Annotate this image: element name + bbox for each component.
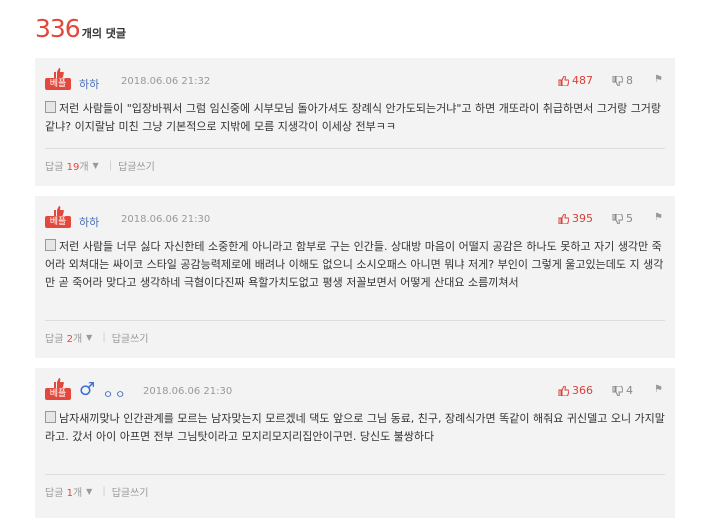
separator: | (102, 486, 106, 497)
comment-text: 저런 사람들 너무 싫다 자신한테 소중한게 아니라고 함부로 구는 인간들. … (45, 240, 664, 289)
comment-actions: 답글 2개 ▼ | 답글쓰기 (45, 330, 149, 345)
thumbs-up-icon (54, 378, 64, 388)
separator: | (102, 332, 106, 343)
thumbs-up-icon (54, 68, 64, 78)
reply-count: 19 (66, 162, 80, 173)
document-icon (45, 411, 56, 423)
comment-card: 베플 하하 2018.06.06 21:32 487 8 ⚑ 저런 사람들이 "… (35, 58, 675, 186)
best-badge: 베플 (45, 68, 71, 92)
comment-card: 베플 하하 2018.06.06 21:30 395 5 ⚑ 저런 사람들 너무… (35, 196, 675, 358)
divider (45, 320, 665, 321)
best-badge: 베플 (45, 206, 71, 230)
like-button[interactable]: 366 (558, 384, 593, 397)
reply-toggle[interactable]: 답글 1개 (45, 484, 82, 499)
thumbs-down-icon (612, 75, 623, 86)
best-label: 베플 (45, 78, 71, 90)
write-reply-link[interactable]: 답글쓰기 (112, 484, 149, 499)
dislike-button[interactable]: 8 (612, 74, 633, 87)
comments-page: 336 개의 댓글 베플 하하 2018.06.06 21:32 487 8 ⚑… (0, 0, 720, 519)
like-count: 487 (572, 74, 593, 87)
thumbs-down-icon (612, 385, 623, 396)
dislike-button[interactable]: 4 (612, 384, 633, 397)
chevron-down-icon[interactable]: ▼ (86, 333, 92, 342)
comment-meta: 베플 하하 2018.06.06 21:30 395 5 ⚑ (45, 206, 665, 232)
reply-toggle[interactable]: 답글 2개 (45, 330, 82, 345)
chevron-down-icon[interactable]: ▼ (93, 161, 99, 170)
male-icon: ♂ (79, 379, 96, 400)
write-reply-link[interactable]: 답글쓰기 (118, 158, 155, 173)
dislike-count: 5 (626, 212, 633, 225)
thumbs-up-icon (54, 206, 64, 216)
comment-author[interactable]: ㅇㅇ (103, 386, 127, 402)
comment-text: 남자새끼맞나 인간관계를 모르는 남자맞는지 모르겠네 댁도 앞으로 그님 동료… (45, 412, 665, 443)
document-icon (45, 101, 56, 113)
comment-count: 336 (35, 14, 81, 43)
document-icon (45, 239, 56, 251)
comment-text: 저런 사람들이 "입장바꿔서 그럼 임신중에 시부모님 돌아가셔도 장례식 안가… (45, 102, 662, 133)
report-icon[interactable]: ⚑ (654, 212, 663, 223)
comment-author[interactable]: 하하 (79, 76, 99, 92)
like-count: 395 (572, 212, 593, 225)
comment-author[interactable]: 하하 (79, 214, 99, 230)
best-label: 베플 (45, 216, 71, 228)
divider (45, 148, 665, 149)
thumbs-down-icon (612, 213, 623, 224)
thumbs-up-icon (558, 213, 569, 224)
divider (45, 474, 665, 475)
thumbs-up-icon (558, 385, 569, 396)
chevron-down-icon[interactable]: ▼ (86, 487, 92, 496)
report-icon[interactable]: ⚑ (654, 384, 663, 395)
comment-body: 저런 사람들 너무 싫다 자신한테 소중한게 아니라고 함부로 구는 인간들. … (45, 238, 665, 292)
comment-date: 2018.06.06 21:30 (143, 386, 233, 397)
best-badge: 베플 (45, 378, 71, 402)
comment-actions: 답글 1개 ▼ | 답글쓰기 (45, 484, 149, 499)
comment-body: 저런 사람들이 "입장바꿔서 그럼 임신중에 시부모님 돌아가셔도 장례식 안가… (45, 100, 665, 136)
comment-body: 남자새끼맞나 인간관계를 모르는 남자맞는지 모르겠네 댁도 앞으로 그님 동료… (45, 410, 665, 446)
like-button[interactable]: 487 (558, 74, 593, 87)
best-label: 베플 (45, 388, 71, 400)
comment-date: 2018.06.06 21:30 (121, 214, 211, 225)
comment-actions: 답글 19개 ▼ | 답글쓰기 (45, 158, 155, 173)
comment-meta: 베플 ♂ ㅇㅇ 2018.06.06 21:30 366 4 ⚑ (45, 378, 665, 404)
comment-date: 2018.06.06 21:32 (121, 76, 211, 87)
dislike-count: 8 (626, 74, 633, 87)
separator: | (108, 160, 113, 171)
dislike-button[interactable]: 5 (612, 212, 633, 225)
like-count: 366 (572, 384, 593, 397)
reply-toggle[interactable]: 답글 19개 (45, 158, 89, 173)
comment-meta: 베플 하하 2018.06.06 21:32 487 8 ⚑ (45, 68, 665, 94)
comment-count-header: 336 개의 댓글 (35, 14, 126, 43)
dislike-count: 4 (626, 384, 633, 397)
thumbs-up-icon (558, 75, 569, 86)
like-button[interactable]: 395 (558, 212, 593, 225)
report-icon[interactable]: ⚑ (654, 74, 663, 85)
comment-card: 베플 ♂ ㅇㅇ 2018.06.06 21:30 366 4 ⚑ 남자새끼맞나 … (35, 368, 675, 518)
write-reply-link[interactable]: 답글쓰기 (112, 330, 149, 345)
comment-count-label: 개의 댓글 (81, 27, 127, 40)
